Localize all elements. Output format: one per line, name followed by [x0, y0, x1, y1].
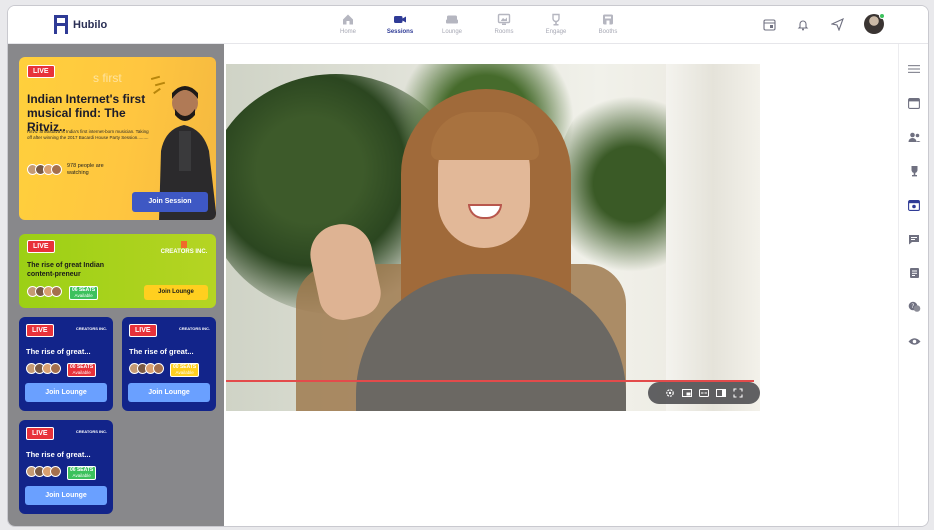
seats-badge: 00 SEATS Available	[67, 363, 97, 377]
store-icon	[603, 14, 613, 25]
live-badge: LIVE	[26, 427, 54, 440]
video-camera-icon	[394, 16, 406, 23]
lounge-title: The rise of great Indian content-preneur	[27, 262, 105, 278]
attendee-avatars	[27, 286, 62, 297]
schedule-calendar-icon[interactable]	[907, 198, 921, 212]
nav-rooms[interactable]: Rooms	[478, 12, 530, 35]
creators-inc-logo: CREATORS INC.	[75, 429, 107, 434]
nav-label: Engage	[545, 29, 567, 35]
session-title: Indian Internet's first musical find: Th…	[27, 92, 146, 134]
attendee-avatars	[27, 164, 62, 175]
menu-icon[interactable]	[907, 62, 921, 76]
lounge-card-green[interactable]: LIVE CREATORS INC. The rise of great Ind…	[19, 234, 216, 308]
app-window: Hubilo Home Sessions Lounge Rooms Engage	[7, 5, 929, 527]
video-scene-curtain	[666, 64, 760, 411]
attendee-avatars	[129, 363, 164, 374]
lounge-title: The rise of great...	[26, 450, 91, 459]
join-lounge-button[interactable]: Join Lounge	[25, 486, 107, 505]
seats-badge: 00 SEATS Available	[170, 363, 200, 377]
right-rail: ?	[898, 44, 928, 526]
chat-icon[interactable]	[907, 232, 921, 246]
user-avatar[interactable]	[864, 13, 885, 34]
svg-text:?: ?	[911, 303, 914, 310]
top-navbar: Hubilo Home Sessions Lounge Rooms Engage	[8, 6, 928, 44]
nav-sessions[interactable]: Sessions	[374, 12, 426, 35]
seats-available: Available	[72, 473, 91, 478]
trophy-icon	[552, 13, 560, 26]
main-nav: Home Sessions Lounge Rooms Engage Booths	[322, 12, 634, 35]
qna-icon[interactable]: ?	[907, 300, 921, 314]
notes-icon[interactable]	[907, 266, 921, 280]
send-icon[interactable]	[830, 17, 844, 31]
join-session-button[interactable]: Join Session	[132, 192, 208, 212]
miniplayer-icon[interactable]	[682, 388, 693, 399]
sessions-overlay-panel: LIVE s first Indian Internet's first mus…	[8, 44, 224, 526]
seats-badge: 06 SEATS Available	[67, 466, 97, 480]
seats-available: Available	[74, 293, 93, 298]
nav-label: Sessions	[386, 29, 414, 35]
live-badge: LIVE	[26, 324, 54, 337]
seats-available: Available	[175, 370, 194, 375]
join-lounge-button[interactable]: Join Lounge	[128, 383, 210, 402]
session-description: Ritviz Srivastava is India's first inter…	[27, 129, 149, 140]
eye-icon[interactable]	[907, 334, 921, 348]
lounge-title: The rise of great...	[129, 347, 194, 356]
live-badge: LIVE	[27, 65, 55, 78]
hero-ghost-text: s first	[93, 71, 122, 85]
lounge-card-blue[interactable]: LIVE CREATORS INC. The rise of great... …	[122, 317, 216, 411]
nav-label: Lounge	[441, 29, 463, 35]
leaderboard-trophy-icon[interactable]	[907, 164, 921, 178]
video-controls	[648, 382, 760, 404]
people-icon[interactable]	[907, 130, 921, 144]
creators-inc-logo: CREATORS INC.	[158, 241, 210, 256]
attendee-avatars	[26, 363, 61, 374]
join-lounge-button[interactable]: Join Lounge	[25, 383, 107, 402]
theater-mode-icon[interactable]	[716, 388, 727, 399]
seats-badge: 06 SEATS Available	[69, 286, 99, 300]
calendar-icon[interactable]	[762, 17, 776, 31]
hubilo-logo-icon	[54, 15, 68, 34]
home-icon	[343, 14, 353, 25]
live-badge: LIVE	[27, 240, 55, 253]
nav-booths[interactable]: Booths	[582, 12, 634, 35]
monitor-icon	[497, 13, 511, 25]
top-actions	[762, 13, 885, 34]
nav-label: Home	[339, 29, 356, 35]
live-badge: LIVE	[129, 324, 157, 337]
brand-label: CREATORS INC.	[160, 249, 208, 255]
nav-engage[interactable]: Engage	[530, 12, 582, 35]
session-card-featured[interactable]: LIVE s first Indian Internet's first mus…	[19, 57, 216, 220]
nav-label: Rooms	[494, 29, 514, 35]
fullscreen-icon[interactable]	[733, 388, 744, 399]
lounge-title: The rise of great...	[26, 347, 91, 356]
watching-count: 978 people are watching	[67, 163, 104, 176]
online-status-dot	[879, 13, 885, 19]
attendee-avatars	[26, 466, 61, 477]
seats-available: Available	[72, 370, 91, 375]
brand-name: Hubilo	[73, 18, 108, 31]
lounge-card-blue[interactable]: LIVE CREATORS INC. The rise of great... …	[19, 317, 113, 411]
nav-label: Booths	[598, 29, 618, 35]
creators-inc-logo: CREATORS INC.	[75, 326, 107, 331]
bell-icon[interactable]	[796, 17, 810, 31]
video-scene-bangs	[431, 112, 539, 160]
nav-home[interactable]: Home	[322, 12, 374, 35]
session-video[interactable]	[226, 64, 760, 411]
nav-lounge[interactable]: Lounge	[426, 12, 478, 35]
settings-icon[interactable]	[665, 388, 676, 399]
sofa-icon	[446, 15, 458, 24]
join-lounge-button[interactable]: Join Lounge	[144, 285, 208, 300]
lounge-card-blue[interactable]: LIVE CREATORS INC. The rise of great... …	[19, 420, 113, 514]
logo[interactable]: Hubilo	[54, 15, 107, 34]
creators-inc-logo: CREATORS INC.	[178, 326, 210, 331]
browser-window-icon[interactable]	[907, 96, 921, 110]
captions-icon[interactable]	[699, 388, 710, 399]
